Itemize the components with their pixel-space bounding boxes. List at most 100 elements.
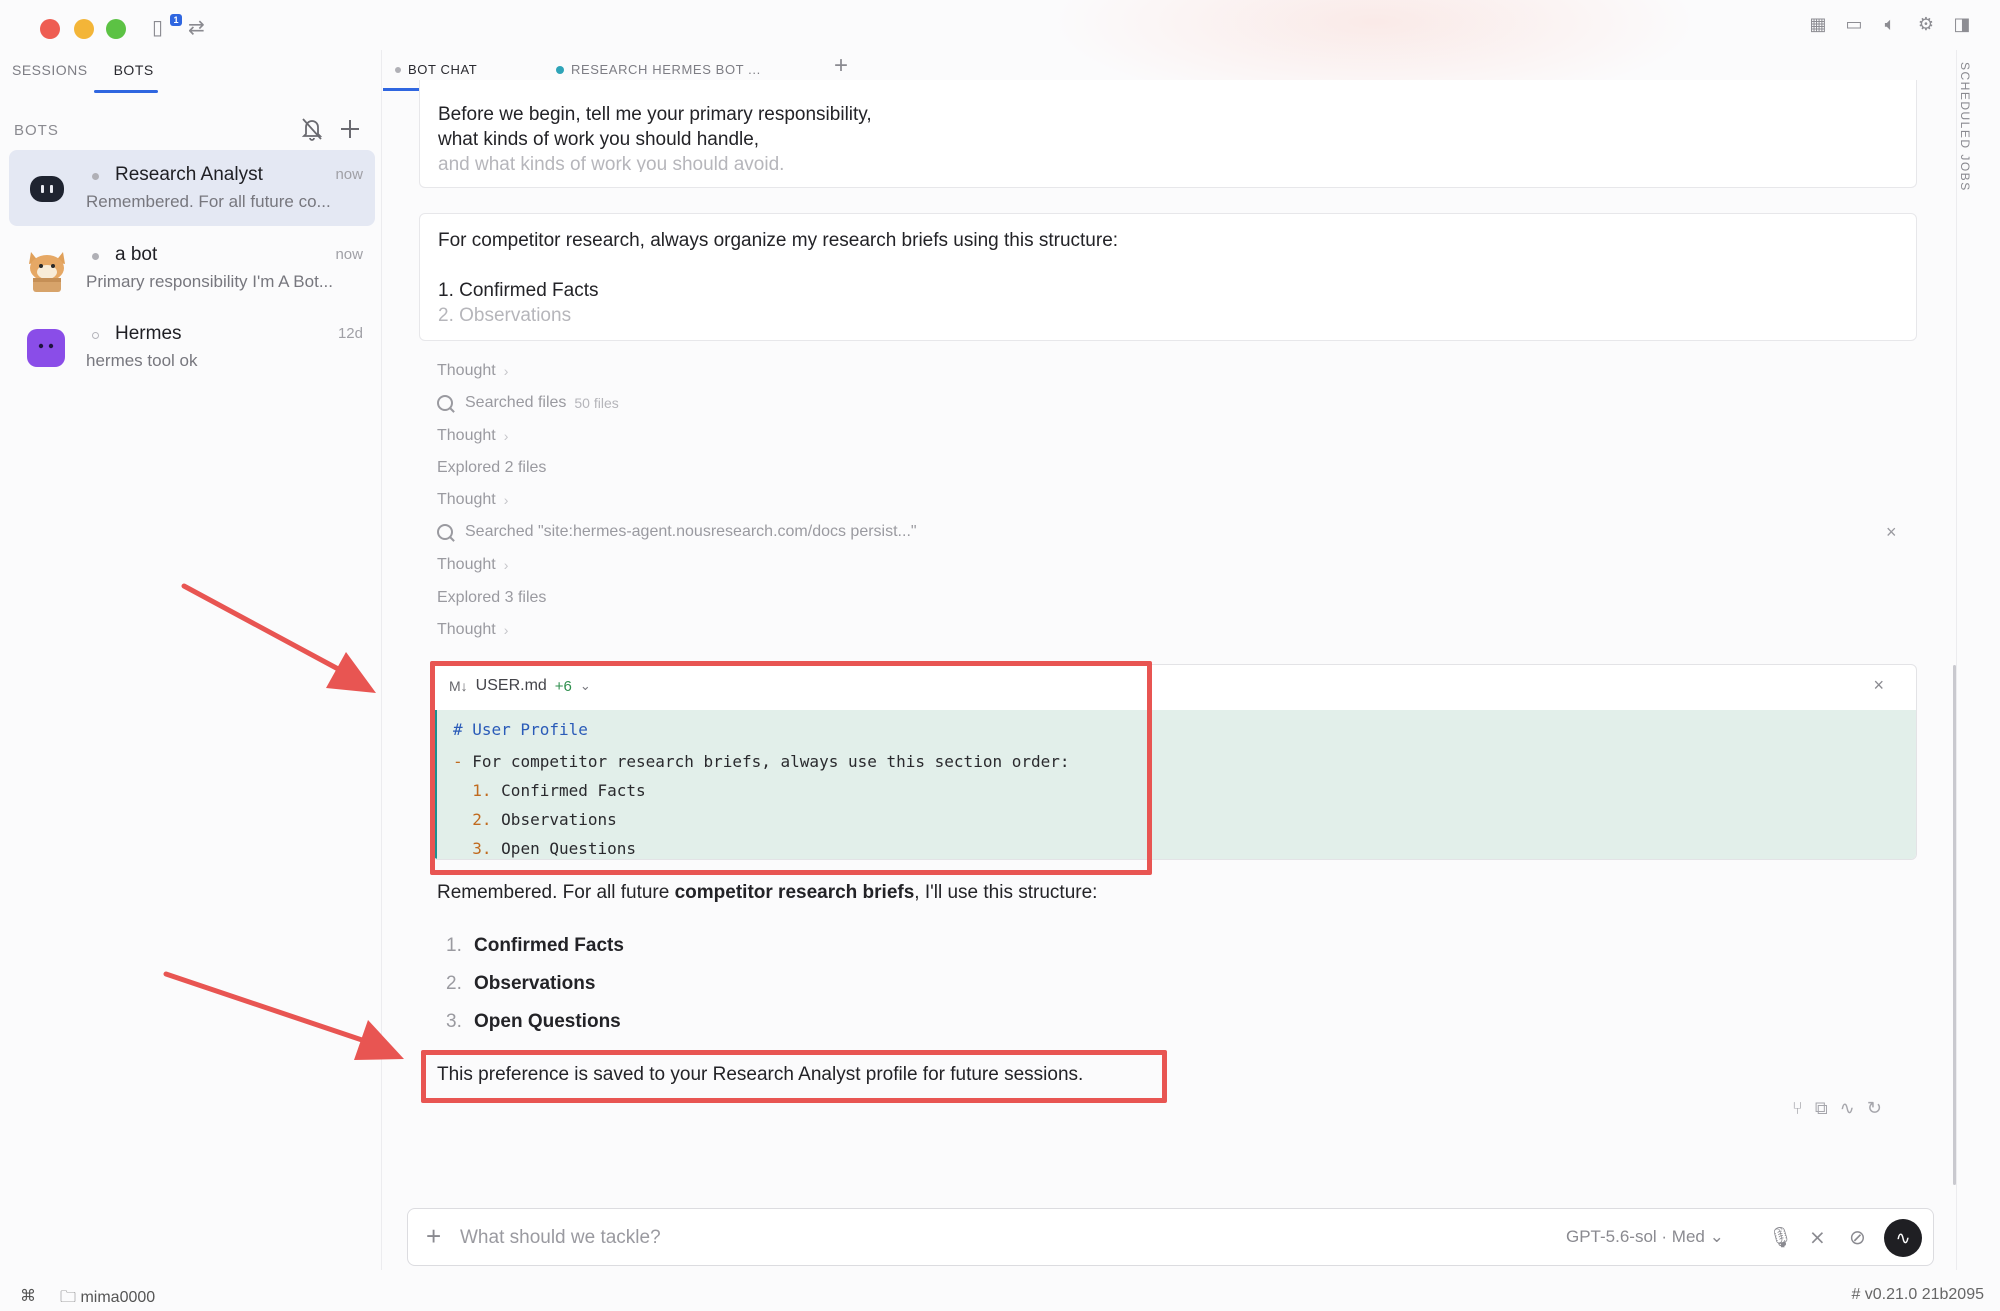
bots-section-title: BOTS	[14, 122, 59, 139]
message-line: 2. Observations	[438, 305, 572, 323]
bot-item-research-analyst[interactable]: Research Analyst now Remembered. For all…	[9, 150, 375, 226]
model-label: GPT-5.6-sol · Med	[1566, 1227, 1705, 1246]
thought-row[interactable]: Thought ›	[437, 362, 508, 380]
tab-bots[interactable]: BOTS	[114, 62, 154, 78]
message-line: Before we begin, tell me your primary re…	[438, 104, 872, 125]
message-input[interactable]	[460, 1223, 1460, 1253]
maximize-window-button[interactable]	[106, 19, 126, 39]
add-bot-icon[interactable]	[338, 116, 362, 148]
user-message: Before we begin, tell me your primary re…	[419, 80, 1917, 188]
branch-icon[interactable]: ⑂	[1792, 1098, 1803, 1119]
tab-sessions[interactable]: SESSIONS	[12, 62, 88, 78]
tab-research-hermes-bot[interactable]: RESEARCH HERMES BOT ...	[556, 62, 761, 77]
message-line: what kinds of work you should handle,	[438, 129, 760, 150]
row-label: Thought	[437, 427, 496, 444]
chevron-right-icon: ›	[503, 363, 509, 379]
list-item: 2. Observations	[446, 973, 595, 995]
version-label: # v0.21.0 21b2095	[1851, 1286, 1984, 1303]
panel-toggle-icon[interactable]: ◨	[1952, 14, 1972, 34]
row-label: Thought	[437, 621, 496, 638]
assistant-intro: Remembered. For all future competitor re…	[437, 882, 1097, 904]
scheduled-jobs-tab[interactable]: SCHEDULED JOBS	[1958, 62, 1972, 192]
voice-send-button[interactable]: ∿	[1884, 1219, 1922, 1257]
bot-item-hermes[interactable]: Hermes 12d hermes tool ok	[9, 309, 375, 385]
new-tab-button[interactable]: +	[834, 52, 848, 80]
text: Remembered. For all future	[437, 882, 675, 903]
tab-underline	[94, 90, 158, 93]
gear-icon[interactable]: ⚙	[1916, 14, 1936, 34]
row-label: Explored 2 files	[437, 459, 547, 476]
thought-row[interactable]: Thought ›	[437, 621, 508, 639]
workspace-folder[interactable]: 🗀︎ mima0000	[60, 1286, 155, 1311]
bot-time: now	[335, 246, 363, 263]
purple-bot-avatar-icon	[27, 329, 65, 367]
close-icon[interactable]: ×	[1873, 675, 1884, 696]
status-bar: ⌘ 🗀︎ mima0000 # v0.21.0 21b2095	[0, 1280, 2000, 1311]
voice-off-icon[interactable]: ⨯	[1809, 1225, 1826, 1250]
web-search-row[interactable]: Searched "site:hermes-agent.nousresearch…	[437, 523, 917, 541]
row-label: Explored 3 files	[437, 589, 547, 606]
tab-label: RESEARCH HERMES BOT ...	[571, 62, 761, 77]
sidebar-toggle-icon[interactable]: ▯	[152, 18, 163, 38]
chevron-right-icon: ›	[503, 557, 509, 573]
close-window-button[interactable]	[40, 19, 60, 39]
copy-icon[interactable]: ⧉	[1815, 1098, 1828, 1119]
notification-badge: 1	[170, 14, 182, 26]
bot-time: 12d	[337, 325, 363, 342]
status-dot	[92, 253, 99, 260]
bots-header: BOTS	[14, 114, 364, 144]
sidebar: SESSIONS BOTS BOTS Research Analyst now …	[0, 50, 380, 1270]
minimize-window-button[interactable]	[74, 19, 94, 39]
bot-item-a-bot[interactable]: a bot now Primary responsibility I'm A B…	[9, 230, 375, 306]
right-rail	[1956, 50, 2000, 1270]
waveform-icon[interactable]: ∿	[1840, 1098, 1855, 1119]
model-selector[interactable]: GPT-5.6-sol · Med ⌄	[1566, 1227, 1724, 1247]
chevron-right-icon: ›	[503, 622, 509, 638]
annotation-box	[430, 661, 1152, 875]
swap-icon[interactable]: ⇄	[188, 18, 205, 38]
thought-row[interactable]: Thought ›	[437, 556, 508, 574]
explored-files-row[interactable]: Explored 2 files	[437, 459, 546, 477]
speaker-icon[interactable]: 🔈︎	[1880, 14, 1900, 34]
user-message: For competitor research, always organize…	[419, 213, 1917, 341]
thought-row[interactable]: Thought ›	[437, 427, 508, 445]
message-line: 1. Confirmed Facts	[438, 280, 599, 301]
list-number: 3.	[446, 1011, 462, 1032]
tab-label: BOT CHAT	[408, 62, 478, 77]
refresh-icon[interactable]: ↻	[1867, 1098, 1882, 1119]
robot-avatar-icon	[30, 176, 64, 202]
chevron-right-icon: ›	[503, 428, 509, 444]
toolbar-right: ▦ ▭ 🔈︎ ⚙ ◨	[1808, 14, 1972, 34]
row-label: Thought	[437, 556, 496, 573]
bell-off-icon[interactable]	[300, 116, 324, 148]
close-icon[interactable]: ×	[1886, 522, 1897, 543]
chat-icon[interactable]: ▭	[1844, 14, 1864, 34]
status-dot	[92, 173, 99, 180]
bot-name: a bot	[115, 244, 158, 265]
message-line: For competitor research, always organize…	[438, 230, 1119, 251]
bot-preview: hermes tool ok	[86, 351, 198, 370]
folder-icon: 🗀︎	[60, 1289, 77, 1306]
layout-icon[interactable]: ▦	[1808, 14, 1828, 34]
list-text: Open Questions	[474, 1011, 621, 1032]
thought-row[interactable]: Thought ›	[437, 491, 508, 509]
list-number: 2.	[446, 973, 462, 994]
searched-files-row[interactable]: Searched files 50 files	[437, 394, 619, 412]
message-line: and what kinds of work you should avoid.	[438, 154, 785, 172]
explored-files-row[interactable]: Explored 3 files	[437, 589, 546, 607]
bot-name: Research Analyst	[115, 164, 263, 185]
sidebar-divider	[381, 50, 382, 1270]
row-label: Thought	[437, 491, 496, 508]
search-icon	[437, 395, 453, 411]
command-icon[interactable]: ⌘	[20, 1286, 36, 1306]
bot-preview: Remembered. For all future co...	[86, 192, 331, 211]
list-text: Observations	[474, 973, 596, 994]
chevron-down-icon: ⌄	[1709, 1227, 1724, 1246]
row-label: Thought	[437, 362, 496, 379]
composer: + GPT-5.6-sol · Med ⌄ 🎙︎ ⨯ ⊘ ∿	[407, 1208, 1934, 1266]
attach-plus-icon[interactable]: +	[426, 1221, 441, 1252]
mute-icon[interactable]: ⊘	[1849, 1225, 1866, 1250]
tab-bot-chat[interactable]: BOT CHAT	[395, 62, 477, 77]
scrollbar[interactable]	[1953, 665, 1956, 1185]
microphone-icon[interactable]: 🎙︎	[1768, 1225, 1793, 1250]
